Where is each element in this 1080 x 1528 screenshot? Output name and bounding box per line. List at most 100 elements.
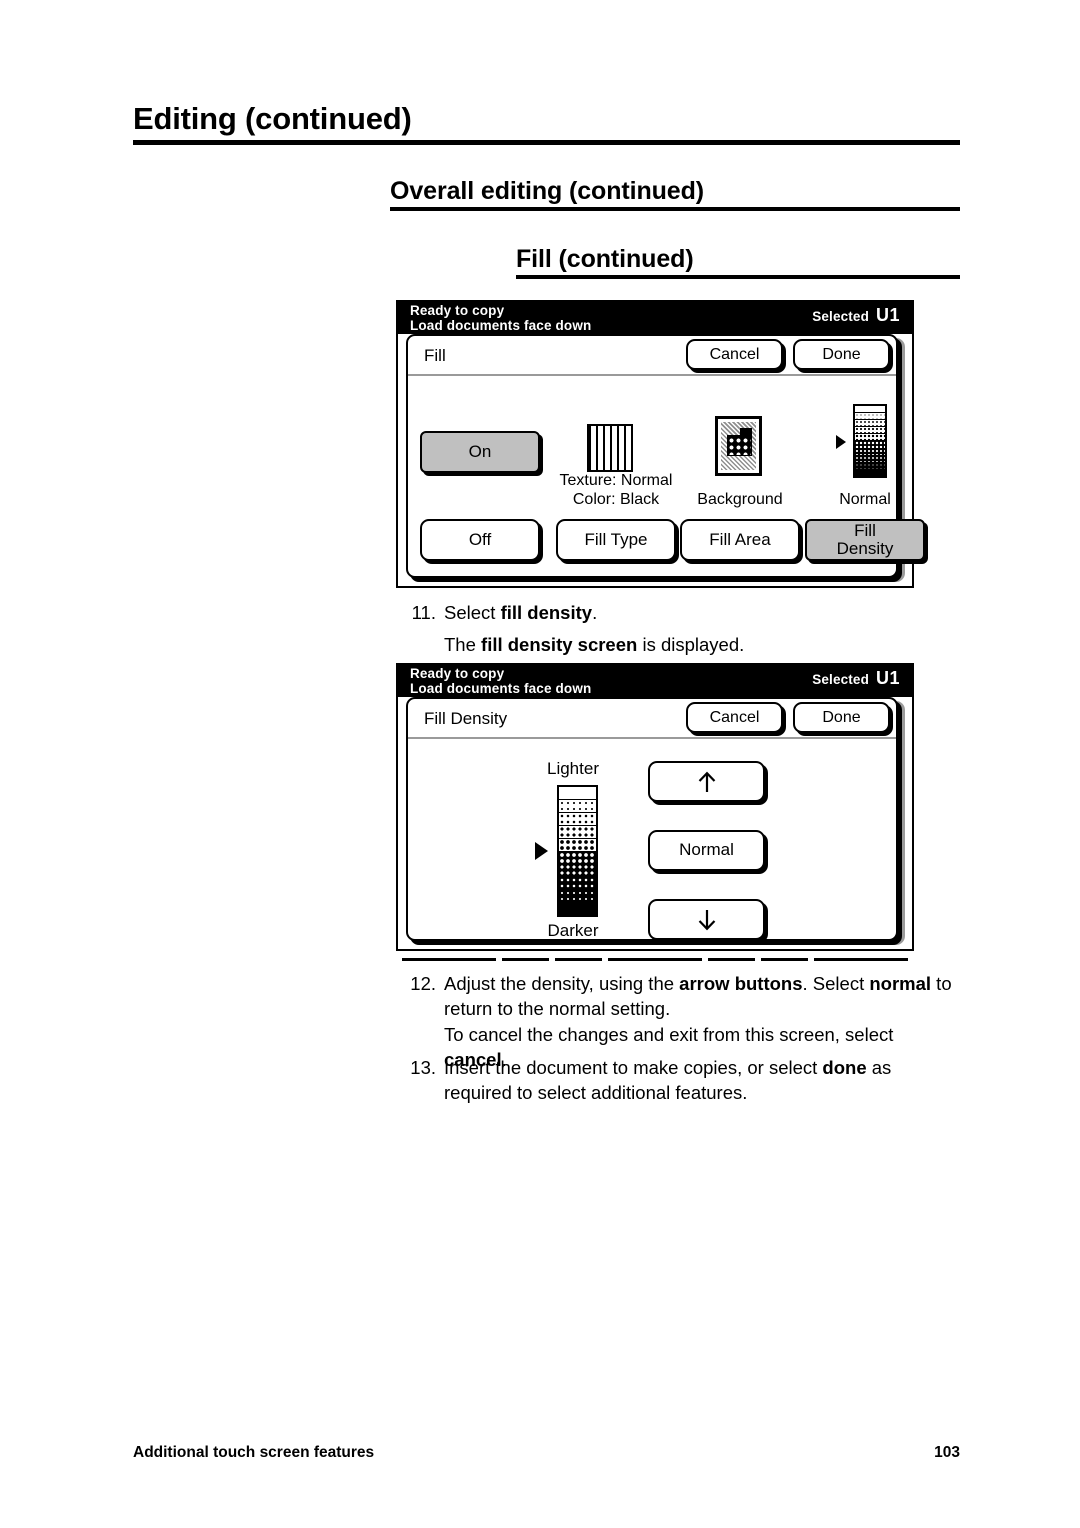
density-band: [559, 863, 596, 877]
status-bar: Ready to copy Load documents face down S…: [398, 302, 912, 334]
texture-stripes-icon: [587, 424, 633, 472]
fill-type-button[interactable]: Fill Type: [556, 519, 676, 561]
step-12-number: 12.: [410, 973, 436, 994]
fill-density-card-title: Fill Density: [424, 708, 508, 728]
status-messages-2: Ready to copy Load documents face down: [410, 666, 592, 696]
arrow-up-icon: [698, 771, 715, 792]
fill-off-button[interactable]: Off: [420, 519, 540, 561]
fill-density-label-line-2: Density: [836, 539, 894, 558]
background-document-icon: [715, 416, 762, 476]
selected-label: Selected: [812, 672, 869, 687]
density-band: [855, 461, 885, 469]
density-band: [855, 412, 885, 420]
footer-page-number: 103: [934, 1444, 960, 1461]
step-13: 13. Insert the document to make copies, …: [392, 1055, 958, 1105]
fill-card-title: Fill: [424, 345, 446, 365]
selected-label: Selected: [812, 309, 869, 324]
fill-on-button[interactable]: On: [420, 431, 540, 473]
lighter-label: Lighter: [547, 759, 599, 778]
step-11-number: 11.: [411, 602, 436, 623]
fill-density-card-body: Lighter Darker Normal: [408, 741, 896, 940]
title-rule: [133, 139, 960, 145]
section-heading: Overall editing (continued): [390, 177, 704, 205]
cancel-button[interactable]: Cancel: [686, 702, 783, 733]
density-scale: [533, 785, 613, 917]
fill-area-button[interactable]: Fill Area: [680, 519, 800, 561]
fill-touch-screen: Ready to copy Load documents face down S…: [396, 300, 925, 588]
density-increase-button[interactable]: [648, 761, 765, 802]
step-12-text: Adjust the density, using the arrow butt…: [444, 973, 952, 1019]
status-line-1: Ready to copy: [410, 303, 505, 318]
background-caption: Background: [697, 491, 783, 508]
done-button[interactable]: Done: [793, 339, 890, 370]
density-pointer-icon: [836, 435, 846, 449]
density-decrease-button[interactable]: [648, 899, 765, 940]
page-title-section: Editing (continued): [133, 101, 960, 145]
fill-density-card-titlebar: Fill Density Cancel Done: [408, 699, 896, 739]
selected-badge-2: Selected U1: [812, 667, 900, 689]
fill-density-label-line-1: Fill: [854, 520, 876, 540]
section-rule: [390, 207, 960, 212]
selected-value: U1: [875, 305, 900, 325]
density-band: [855, 440, 885, 448]
density-band: [559, 902, 596, 916]
density-band: [559, 850, 596, 864]
cancel-button[interactable]: Cancel: [686, 339, 783, 370]
fill-density-caption: Normal: [839, 491, 891, 508]
step-13-text: Insert the document to make copies, or s…: [444, 1057, 892, 1103]
fill-density-card-actions: Cancel Done: [686, 702, 890, 733]
status-line-2: Load documents face down: [410, 317, 592, 333]
status-messages: Ready to copy Load documents face down: [410, 303, 592, 333]
texture-caption-line-2: Color: Black: [572, 491, 660, 508]
status-bar-2: Ready to copy Load documents face down S…: [398, 665, 912, 697]
fill-density-card: Fill Density Cancel Done Lighter Darker: [406, 697, 898, 941]
subsection-rule: [516, 275, 960, 280]
step-13-number: 13.: [410, 1057, 436, 1078]
density-band: [855, 447, 885, 455]
density-band: [559, 824, 596, 838]
density-pointer-icon: [535, 842, 548, 860]
density-gradient-strip: [557, 785, 598, 917]
density-band: [559, 837, 596, 851]
density-band: [559, 787, 596, 799]
done-button[interactable]: Done: [793, 702, 890, 733]
selected-badge: Selected U1: [812, 304, 900, 326]
selected-value: U1: [875, 668, 900, 688]
screen-bottom-lip: [398, 951, 912, 961]
fill-density-button[interactable]: Fill Density: [805, 519, 925, 561]
density-band: [855, 426, 885, 434]
subsection-heading: Fill (continued): [516, 245, 694, 273]
density-band: [559, 876, 596, 890]
fill-card-body: On Off Texture: Normal Color: Black Fill…: [408, 378, 925, 576]
step-11-note-text: The fill density screen is displayed.: [444, 634, 745, 655]
step-11-text: Select fill density.: [444, 602, 598, 623]
footer-left-text: Additional touch screen features: [133, 1444, 375, 1461]
step-12: 12. Adjust the density, using the arrow …: [392, 971, 952, 1021]
texture-caption-line-1: Texture: Normal: [559, 472, 673, 489]
texture-caption: Texture: Normal Color: Black: [536, 471, 696, 509]
page-title: Editing (continued): [133, 101, 412, 136]
fill-density-preview-icon: [819, 404, 915, 480]
status-line-2: Load documents face down: [410, 680, 592, 696]
density-band: [559, 798, 596, 812]
density-band: [559, 811, 596, 825]
step-11: 11. Select fill density.: [392, 600, 952, 625]
density-normal-button[interactable]: Normal: [648, 830, 765, 871]
density-band: [855, 468, 885, 476]
fill-card-actions: Cancel Done: [686, 339, 890, 370]
fill-card-titlebar: Fill Cancel Done: [408, 336, 896, 376]
darker-label: Darker: [547, 921, 599, 940]
fill-card: Fill Cancel Done On Off Texture: Normal …: [406, 334, 925, 578]
step-11-note: The fill density screen is displayed.: [392, 632, 952, 657]
density-gradient-strip: [853, 404, 887, 478]
density-band: [855, 454, 885, 462]
page-footer: Additional touch screen features 103: [133, 1444, 960, 1462]
density-band: [855, 419, 885, 427]
fill-density-touch-screen: Ready to copy Load documents face down S…: [396, 663, 914, 961]
section-heading-section: Overall editing (continued): [390, 177, 960, 212]
density-band: [559, 889, 596, 903]
document-page: Editing (continued) Overall editing (con…: [0, 0, 1080, 1528]
arrow-down-icon: [698, 909, 715, 930]
density-band: [855, 433, 885, 441]
status-line-1: Ready to copy: [410, 666, 505, 681]
